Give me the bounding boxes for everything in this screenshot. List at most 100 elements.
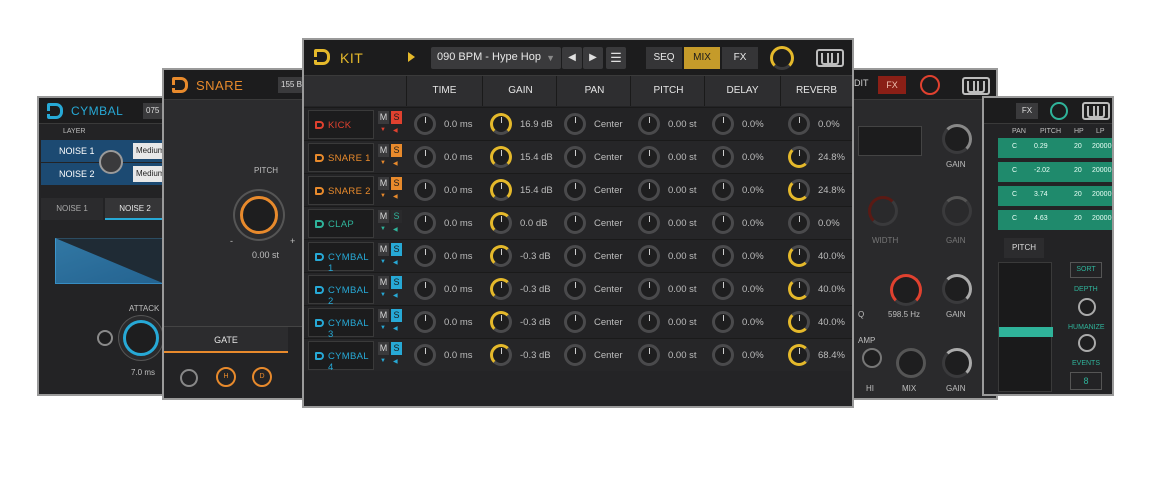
seq-row[interactable]: C 4.63 20 20000 bbox=[998, 210, 1112, 230]
gate-tab[interactable]: GATE bbox=[164, 327, 288, 353]
pan-knob[interactable] bbox=[564, 245, 586, 267]
prev-preset-button[interactable]: ◀ bbox=[562, 47, 582, 69]
mute-button[interactable]: M bbox=[378, 177, 389, 190]
solo-button[interactable]: S bbox=[391, 111, 402, 124]
time-knob[interactable] bbox=[414, 113, 436, 135]
track-down-arrow-icon[interactable]: ▼ bbox=[380, 325, 386, 331]
depth-knob[interactable] bbox=[1078, 298, 1096, 316]
solo-button[interactable]: S bbox=[391, 309, 402, 322]
pitch-knob[interactable] bbox=[638, 245, 660, 267]
track-down-arrow-icon[interactable]: ▼ bbox=[380, 358, 386, 364]
reverb-knob[interactable] bbox=[788, 311, 810, 333]
delay-knob[interactable] bbox=[712, 179, 734, 201]
cymbal-tab-noise-2[interactable]: NOISE 2 bbox=[105, 198, 165, 220]
track-left-arrow-icon[interactable]: ◀ bbox=[393, 193, 398, 200]
gain-knob[interactable] bbox=[490, 179, 512, 201]
track-down-arrow-icon[interactable]: ▼ bbox=[380, 259, 386, 265]
fx-gain-knob-2[interactable] bbox=[942, 196, 972, 226]
events-value[interactable]: 8 bbox=[1070, 372, 1102, 390]
gain-knob[interactable] bbox=[490, 344, 512, 366]
hi-knob[interactable] bbox=[862, 348, 882, 368]
mute-button[interactable]: M bbox=[378, 276, 389, 289]
gate-mode-icon[interactable] bbox=[180, 369, 198, 387]
reverb-knob[interactable] bbox=[788, 113, 810, 135]
gain-knob[interactable] bbox=[490, 311, 512, 333]
gain-knob[interactable] bbox=[490, 146, 512, 168]
seq-fx-tab[interactable]: FX bbox=[1016, 103, 1038, 119]
track-left-arrow-icon[interactable]: ◀ bbox=[393, 160, 398, 167]
fx-gain-knob-3[interactable] bbox=[942, 274, 972, 304]
mute-button[interactable]: M bbox=[378, 309, 389, 322]
pan-knob[interactable] bbox=[564, 146, 586, 168]
mute-button[interactable]: M bbox=[378, 111, 389, 124]
width-knob[interactable] bbox=[868, 196, 898, 226]
delay-knob[interactable] bbox=[712, 278, 734, 300]
time-knob[interactable] bbox=[414, 344, 436, 366]
fx-gain-knob-1[interactable] bbox=[942, 124, 972, 154]
gain-knob[interactable] bbox=[490, 245, 512, 267]
mix-knob[interactable] bbox=[896, 348, 926, 378]
time-knob[interactable] bbox=[414, 212, 436, 234]
solo-button[interactable]: S bbox=[391, 177, 402, 190]
humanize-knob[interactable] bbox=[1078, 334, 1096, 352]
delay-knob[interactable] bbox=[712, 311, 734, 333]
track-down-arrow-icon[interactable]: ▼ bbox=[380, 226, 386, 232]
attack-small-knob[interactable] bbox=[97, 330, 113, 346]
solo-button[interactable]: S bbox=[391, 243, 402, 256]
track-name-cymbal-2[interactable]: CYMBAL 2 bbox=[308, 275, 374, 307]
solo-button[interactable]: S bbox=[391, 210, 402, 223]
track-left-arrow-icon[interactable]: ◀ bbox=[393, 127, 398, 134]
pan-knob[interactable] bbox=[564, 179, 586, 201]
pan-knob[interactable] bbox=[564, 113, 586, 135]
master-volume-knob[interactable] bbox=[770, 46, 794, 70]
reverb-knob[interactable] bbox=[788, 344, 810, 366]
track-name-kick[interactable]: KICK bbox=[308, 110, 374, 139]
seq-row[interactable]: C -2.02 20 20000 bbox=[998, 162, 1112, 182]
pitch-knob[interactable] bbox=[638, 212, 660, 234]
play-icon[interactable] bbox=[408, 52, 415, 62]
mute-button[interactable]: M bbox=[378, 342, 389, 355]
track-left-arrow-icon[interactable]: ◀ bbox=[393, 325, 398, 332]
pitch-knob[interactable] bbox=[638, 179, 660, 201]
pitch-knob[interactable] bbox=[638, 113, 660, 135]
pitch-knob[interactable] bbox=[638, 278, 660, 300]
reverb-knob[interactable] bbox=[788, 179, 810, 201]
track-name-cymbal-4[interactable]: CYMBAL 4 bbox=[308, 341, 374, 373]
delay-knob[interactable] bbox=[712, 212, 734, 234]
gain-knob[interactable] bbox=[490, 278, 512, 300]
time-knob[interactable] bbox=[414, 146, 436, 168]
pan-knob[interactable] bbox=[564, 311, 586, 333]
link-icon[interactable] bbox=[99, 150, 123, 174]
reverb-knob[interactable] bbox=[788, 278, 810, 300]
seq-master-knob[interactable] bbox=[1050, 102, 1068, 120]
mute-button[interactable]: M bbox=[378, 210, 389, 223]
fx-gain-knob-4[interactable] bbox=[942, 348, 972, 378]
delay-knob[interactable] bbox=[712, 113, 734, 135]
fx-edit-tab[interactable]: DIT bbox=[854, 78, 869, 88]
solo-button[interactable]: S bbox=[391, 342, 402, 355]
solo-button[interactable]: S bbox=[391, 276, 402, 289]
gain-knob[interactable] bbox=[490, 212, 512, 234]
cymbal-tab-noise-1[interactable]: NOISE 1 bbox=[41, 198, 103, 220]
pitch-knob[interactable] bbox=[240, 196, 278, 234]
seq-pitch-tab[interactable]: PITCH bbox=[1004, 238, 1044, 258]
seq-row[interactable]: C 3.74 20 20000 bbox=[998, 186, 1112, 206]
track-name-snare-2[interactable]: SNARE 2 bbox=[308, 176, 374, 205]
seq-row[interactable]: C 0.29 20 20000 bbox=[998, 138, 1112, 158]
gate-h-knob[interactable]: H bbox=[216, 367, 236, 387]
gain-knob[interactable] bbox=[490, 113, 512, 135]
track-left-arrow-icon[interactable]: ◀ bbox=[393, 358, 398, 365]
delay-knob[interactable] bbox=[712, 245, 734, 267]
tab-seq[interactable]: SEQ bbox=[646, 47, 682, 69]
track-down-arrow-icon[interactable]: ▼ bbox=[380, 193, 386, 199]
freq-knob[interactable] bbox=[890, 274, 922, 306]
preset-select[interactable]: 090 BPM - Hype Hop ▼ bbox=[431, 47, 561, 69]
track-down-arrow-icon[interactable]: ▼ bbox=[380, 127, 386, 133]
track-left-arrow-icon[interactable]: ◀ bbox=[393, 292, 398, 299]
next-preset-button[interactable]: ▶ bbox=[583, 47, 603, 69]
reverb-knob[interactable] bbox=[788, 245, 810, 267]
track-name-clap[interactable]: CLAP bbox=[308, 209, 374, 238]
delay-knob[interactable] bbox=[712, 146, 734, 168]
track-name-snare-1[interactable]: SNARE 1 bbox=[308, 143, 374, 172]
track-left-arrow-icon[interactable]: ◀ bbox=[393, 259, 398, 266]
